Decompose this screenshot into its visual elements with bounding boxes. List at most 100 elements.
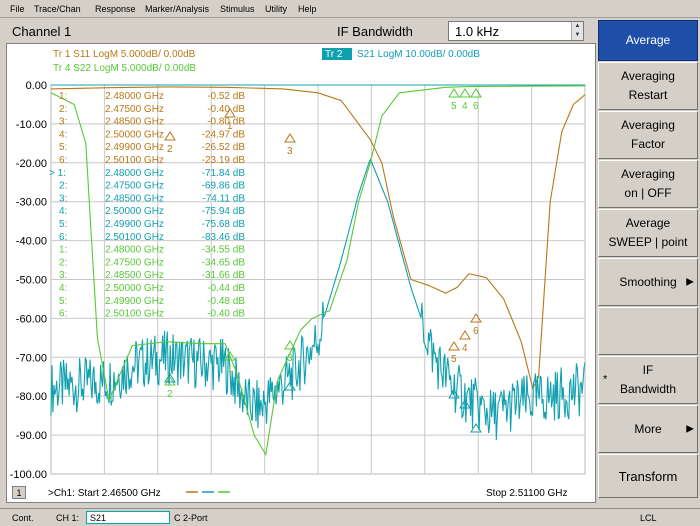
ifbw-input[interactable]: 1.0 kHz ▲ ▼ bbox=[448, 21, 584, 41]
marker-row-value: -0.80 dB bbox=[207, 117, 245, 128]
marker-row-number: 5: bbox=[59, 296, 67, 307]
trace-4-header[interactable]: Tr 4 S22 LogM 5.000dB/ 0.00dB bbox=[53, 63, 196, 74]
trace-2-tag[interactable]: Tr 2 bbox=[325, 49, 343, 60]
marker-number: 2 bbox=[167, 389, 173, 400]
menu-marker-analysis[interactable]: Marker/Analysis bbox=[145, 4, 209, 14]
marker-row-number: 1: bbox=[59, 91, 67, 102]
softkey-label: Averaging on | OFF bbox=[621, 167, 675, 200]
marker-row-number: 2: bbox=[59, 181, 67, 192]
start-frequency[interactable]: >Ch1: Start 2.46500 GHz bbox=[48, 488, 161, 499]
softkey-average[interactable]: Average bbox=[598, 20, 698, 61]
status-bar: Cont. CH 1: S21 C 2-Port LCL bbox=[0, 508, 700, 526]
marker-row-number: 6: bbox=[59, 309, 67, 320]
status-lcl: LCL bbox=[640, 513, 657, 523]
status-active-trace: S21 bbox=[86, 511, 170, 524]
marker-row-number: 2: bbox=[59, 257, 67, 268]
softkey-label: Average SWEEP | point bbox=[608, 216, 688, 249]
marker-triangle bbox=[448, 88, 460, 98]
marker-row-value: -0.52 dB bbox=[207, 91, 245, 102]
marker-number: 6 bbox=[473, 326, 479, 337]
stop-frequency[interactable]: Stop 2.51100 GHz bbox=[486, 488, 568, 499]
softkey-label: Averaging Factor bbox=[621, 118, 675, 151]
marker-row-value: -34.55 dB bbox=[202, 245, 246, 256]
y-tick-label: -10.00 bbox=[16, 119, 47, 131]
marker-row-number: 4: bbox=[59, 206, 67, 217]
marker-triangle bbox=[284, 133, 296, 143]
status-mode: Cont. bbox=[12, 513, 34, 523]
marker-row-frequency: 2.48500 GHz bbox=[105, 270, 164, 281]
channel-header: Channel 1 IF Bandwidth 1.0 kHz ▲ ▼ bbox=[6, 21, 596, 43]
marker-row-value: -83.46 dB bbox=[202, 232, 246, 243]
trace-2-header[interactable]: S21 LogM 10.00dB/ 0.00dB bbox=[357, 49, 480, 60]
y-tick-label: -80.00 bbox=[16, 391, 47, 403]
y-tick-label: -70.00 bbox=[16, 352, 47, 364]
marker-row-frequency: 2.50100 GHz bbox=[105, 155, 164, 166]
status-trace-label: S21 bbox=[90, 513, 107, 523]
softkey-label: Smoothing bbox=[619, 274, 677, 289]
spin-down-icon[interactable]: ▼ bbox=[572, 31, 583, 40]
marker-row-value: -23.19 dB bbox=[202, 155, 246, 166]
marker-row-value: -31.66 dB bbox=[202, 270, 246, 281]
softkey-label: More bbox=[634, 421, 662, 436]
ifbw-label: IF Bandwidth bbox=[337, 24, 413, 39]
marker-row-frequency: 2.47500 GHz bbox=[105, 104, 164, 115]
marker-triangle bbox=[164, 376, 176, 386]
marker-row-number: 4: bbox=[59, 129, 67, 140]
marker-table: 1: 2.48000 GHz -0.52 dB 2: 2.47500 GHz -0.40 … bbox=[49, 91, 245, 320]
channel-number-box[interactable]: 1 bbox=[12, 486, 26, 499]
marker-triangle bbox=[448, 341, 460, 351]
marker-row-frequency: 2.50000 GHz bbox=[105, 206, 164, 217]
softkey-transform[interactable]: Transform bbox=[598, 454, 698, 498]
softkey-averaging[interactable]: Averaging Restart bbox=[598, 62, 698, 110]
menu-response[interactable]: Response bbox=[95, 4, 136, 14]
trace-1-header[interactable]: Tr 1 S11 LogM 5.000dB/ 0.00dB bbox=[53, 49, 196, 60]
marker-number: 5 bbox=[451, 101, 457, 112]
softkey-if[interactable]: * IF Bandwidth bbox=[598, 356, 698, 404]
softkey-average[interactable]: Average SWEEP | point bbox=[598, 209, 698, 257]
spin-up-icon[interactable]: ▲ bbox=[572, 22, 583, 31]
marker-row-value: -34.65 dB bbox=[202, 257, 246, 268]
marker-row-frequency: 2.48500 GHz bbox=[105, 117, 164, 128]
softkey-blank[interactable] bbox=[598, 307, 698, 355]
y-tick-label: -60.00 bbox=[16, 313, 47, 325]
marker-number: 3 bbox=[287, 353, 293, 364]
marker-row-value: -75.94 dB bbox=[202, 206, 246, 217]
y-tick-label: 0.00 bbox=[26, 80, 47, 92]
marker-row-frequency: 2.50000 GHz bbox=[105, 129, 164, 140]
marker-triangle bbox=[459, 330, 471, 340]
softkey-averaging[interactable]: Averaging Factor bbox=[598, 111, 698, 159]
status-channel: CH 1: bbox=[56, 513, 80, 523]
marker-triangle bbox=[459, 88, 471, 98]
menu-utility[interactable]: Utility bbox=[265, 4, 287, 14]
menu-trace-chan[interactable]: Trace/Chan bbox=[34, 4, 81, 14]
marker-number: 1 bbox=[227, 364, 233, 375]
marker-row-value: -74.11 dB bbox=[202, 193, 245, 204]
softkey-more[interactable]: More ▶ bbox=[598, 405, 698, 453]
chevron-right-icon: ▶ bbox=[686, 276, 694, 288]
marker-row-number: 3: bbox=[59, 270, 67, 281]
marker-row-value: -0.44 dB bbox=[207, 283, 245, 294]
marker-row-value: -0.40 dB bbox=[207, 309, 245, 320]
softkey-smoothing[interactable]: Smoothing ▶ bbox=[598, 258, 698, 306]
softkey-label: IF Bandwidth bbox=[619, 363, 677, 396]
marker-row-number: 6: bbox=[59, 155, 67, 166]
y-tick-label: -100.00 bbox=[10, 469, 47, 481]
marker-triangle bbox=[164, 131, 176, 141]
softkey-star-icon: * bbox=[603, 373, 608, 386]
plot-area[interactable]: 0.00 -10.00 -20.00 -30.00 -40.00 -50.00 -60.00… bbox=[6, 43, 596, 503]
marker-row-value: -0.48 dB bbox=[207, 296, 245, 307]
menu-stimulus[interactable]: Stimulus bbox=[220, 4, 255, 14]
marker-row-frequency: 2.50100 GHz bbox=[105, 309, 164, 320]
menu-file[interactable]: File bbox=[10, 4, 25, 14]
ifbw-spinner[interactable]: ▲ ▼ bbox=[571, 22, 583, 40]
marker-row-frequency: 2.49900 GHz bbox=[105, 219, 164, 230]
chevron-right-icon: ▶ bbox=[686, 423, 694, 435]
menu-help[interactable]: Help bbox=[298, 4, 317, 14]
softkey-averaging[interactable]: Averaging on | OFF bbox=[598, 160, 698, 208]
softkey-label: Averaging Restart bbox=[621, 69, 675, 102]
marker-row-value: -75.68 dB bbox=[202, 219, 246, 230]
marker-row-frequency: 2.50000 GHz bbox=[105, 283, 164, 294]
marker-row-value: -26.52 dB bbox=[202, 142, 246, 153]
marker-row-number: 2: bbox=[59, 104, 67, 115]
y-tick-labels: 0.00 -10.00 -20.00 -30.00 -40.00 -50.00 -60.00… bbox=[10, 80, 47, 481]
